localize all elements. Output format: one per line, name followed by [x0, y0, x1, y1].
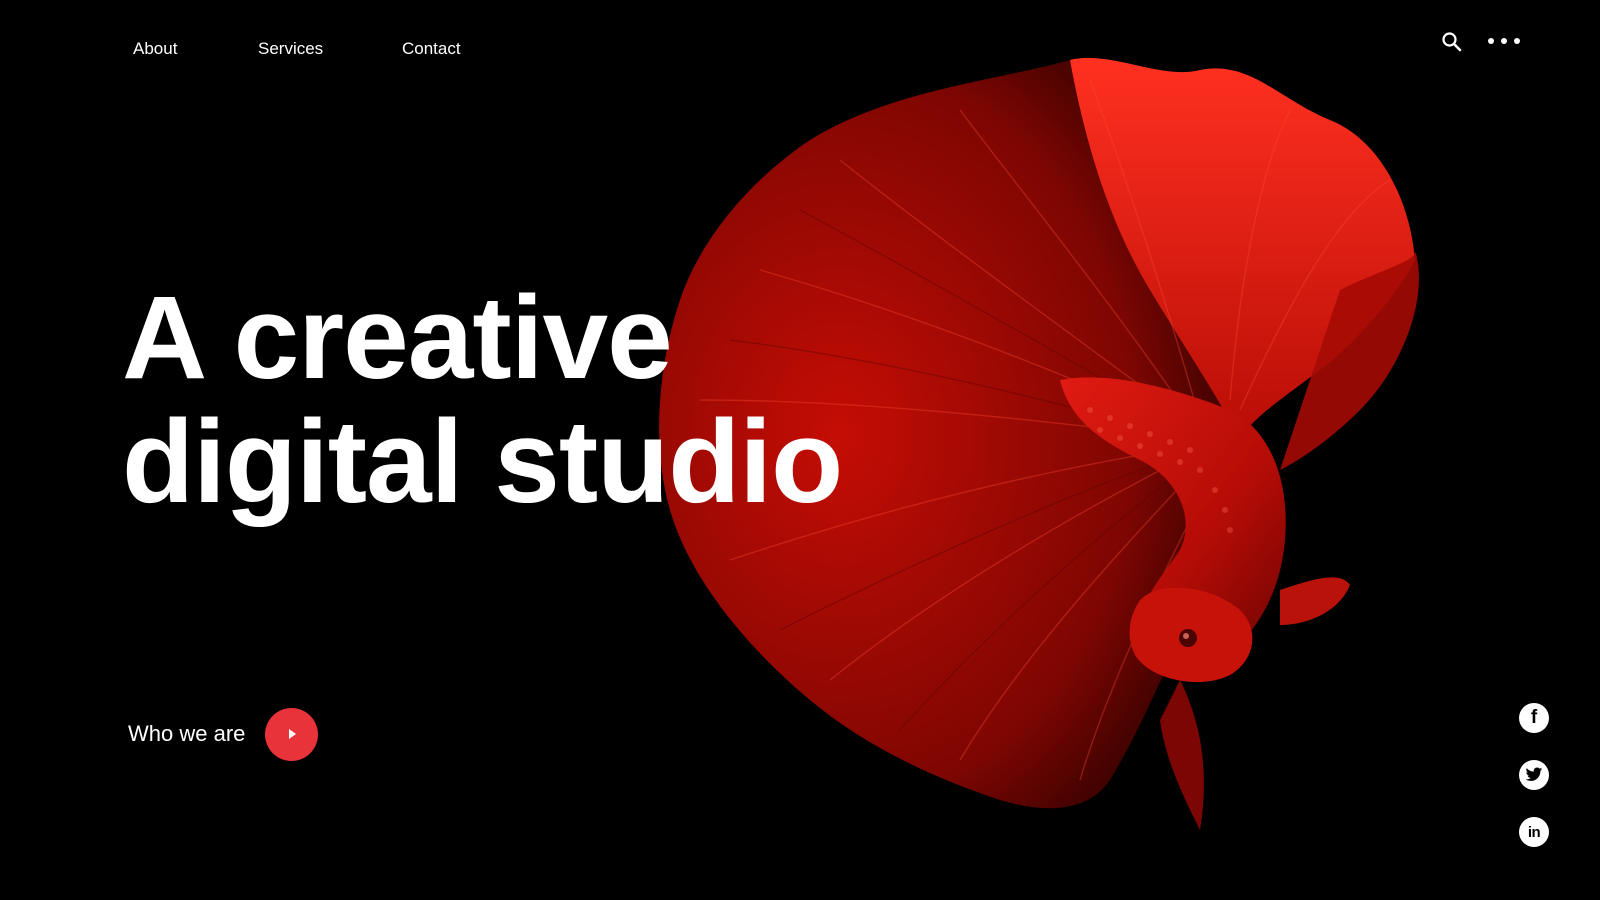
who-we-are-cta[interactable]: Who we are	[128, 707, 319, 761]
play-button[interactable]	[265, 707, 319, 761]
more-menu-button[interactable]	[1486, 30, 1522, 54]
nav-link-services[interactable]: Services	[258, 38, 323, 60]
play-icon	[288, 729, 296, 739]
headline-line-2: digital studio	[122, 396, 843, 528]
header-actions	[1440, 30, 1530, 54]
hero-section: About Services Contact A creative digita…	[0, 0, 1600, 900]
search-button[interactable]	[1440, 30, 1464, 54]
headline-line-1: A creative	[122, 272, 673, 404]
linkedin-link[interactable]: in	[1519, 817, 1549, 847]
twitter-icon	[1525, 767, 1543, 781]
facebook-link[interactable]: f	[1519, 703, 1549, 733]
twitter-link[interactable]	[1519, 760, 1549, 790]
search-icon	[1442, 32, 1462, 52]
nav-link-contact[interactable]: Contact	[402, 38, 461, 60]
hero-headline: A creative digital studio	[122, 272, 843, 528]
more-horizontal-icon	[1488, 38, 1520, 44]
linkedin-icon: in	[1527, 823, 1541, 841]
facebook-icon: f	[1530, 707, 1538, 728]
nav-link-about[interactable]: About	[133, 38, 177, 60]
cta-label: Who we are	[128, 721, 246, 746]
